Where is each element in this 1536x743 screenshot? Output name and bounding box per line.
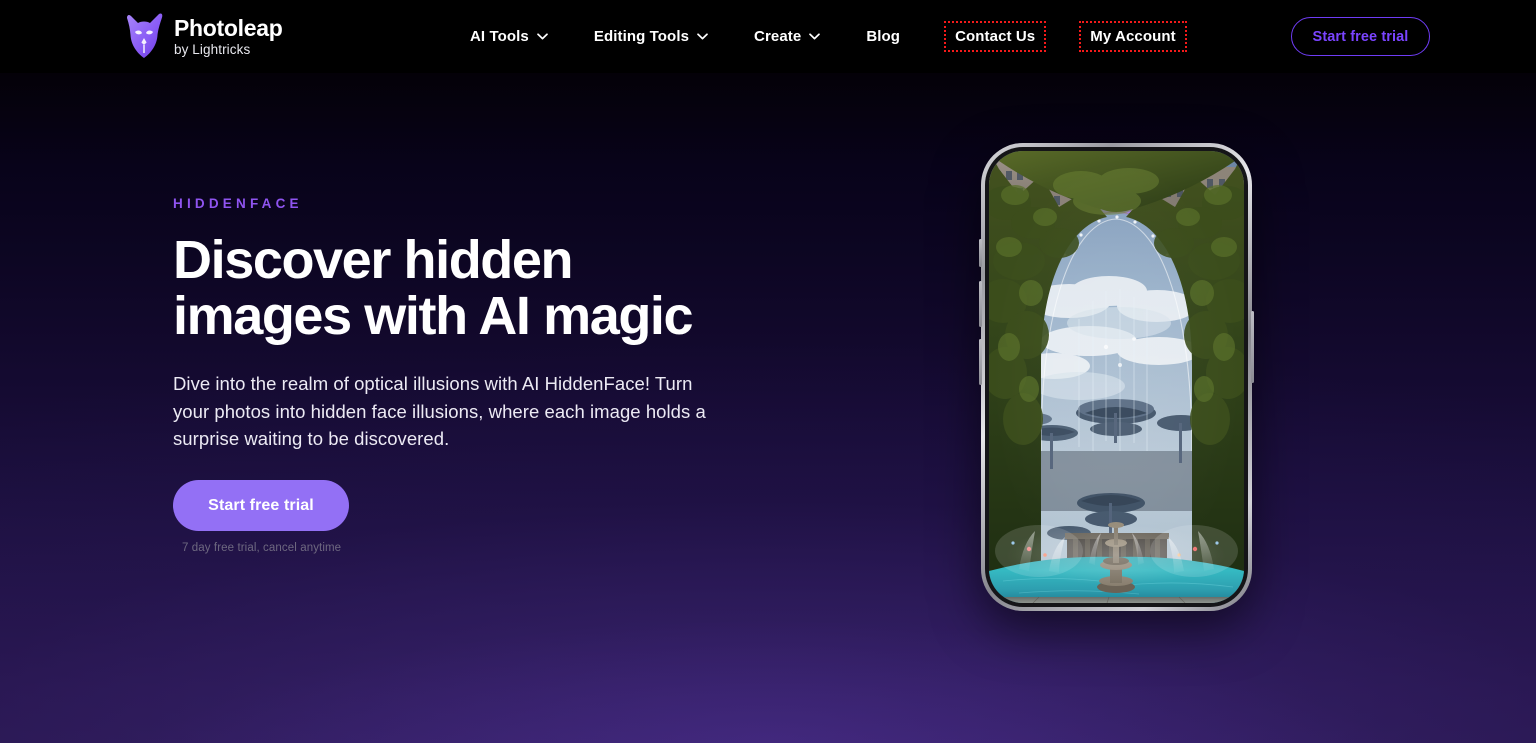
hero-fineprint: 7 day free trial, cancel anytime <box>182 542 342 555</box>
hero-subcopy: Dive into the realm of optical illusions… <box>173 373 706 450</box>
chevron-down-icon <box>809 33 821 40</box>
hero-headline: Discover hidden images with AI magic <box>173 230 694 347</box>
site-header: Photoleap by Lightricks AI Tools Editing… <box>0 0 1536 73</box>
site-logo[interactable]: Photoleap by Lightricks <box>124 12 283 60</box>
hero-content: HiddenFace Discover hidden images with A… <box>173 196 793 554</box>
fox-head-logo-icon <box>127 13 163 58</box>
phone-screen <box>989 151 1244 603</box>
nav-item-contact-us[interactable]: Contact Us <box>944 21 1047 52</box>
photoleap-hiddenface-landing-page: Photoleap by Lightricks AI Tools Editing… <box>0 0 1536 743</box>
nav-item-ai-tools[interactable]: AI Tools <box>470 22 548 51</box>
phone-volume-up-button <box>979 281 982 327</box>
logo-text-block: Photoleap by Lightricks <box>174 14 283 57</box>
nav-label: My Account <box>1090 28 1176 45</box>
nav-label: Contact Us <box>955 28 1036 45</box>
nav-label: Editing Tools <box>593 28 690 45</box>
hidden-face-illusion-artwork <box>989 151 1244 603</box>
nav-label: AI Tools <box>470 28 529 45</box>
phone-mute-switch <box>979 239 982 267</box>
phone-mockup <box>979 143 1254 611</box>
phone-bezel <box>985 147 1248 607</box>
hero-start-free-trial-button[interactable]: Start free trial <box>173 480 349 532</box>
nav-label: Create <box>754 28 802 45</box>
logo-title: Photoleap <box>174 14 283 41</box>
nav-item-blog[interactable]: Blog <box>866 22 900 51</box>
header-start-free-trial-button[interactable]: Start free trial <box>1291 17 1430 56</box>
nav-item-my-account[interactable]: My Account <box>1079 21 1187 52</box>
nav-item-create[interactable]: Create <box>754 22 821 51</box>
logo-byline: by Lightricks <box>174 41 251 57</box>
nav-label: Blog <box>866 28 901 45</box>
primary-navigation: AI Tools Editing Tools Create Blog Conta… <box>470 0 1187 73</box>
chevron-down-icon <box>537 33 548 40</box>
chevron-down-icon <box>697 33 708 40</box>
nav-item-editing-tools[interactable]: Editing Tools <box>594 22 708 51</box>
phone-power-button <box>1251 311 1254 383</box>
phone-frame <box>979 143 1254 611</box>
hero-eyebrow: HiddenFace <box>173 196 303 211</box>
phone-volume-down-button <box>979 339 982 385</box>
